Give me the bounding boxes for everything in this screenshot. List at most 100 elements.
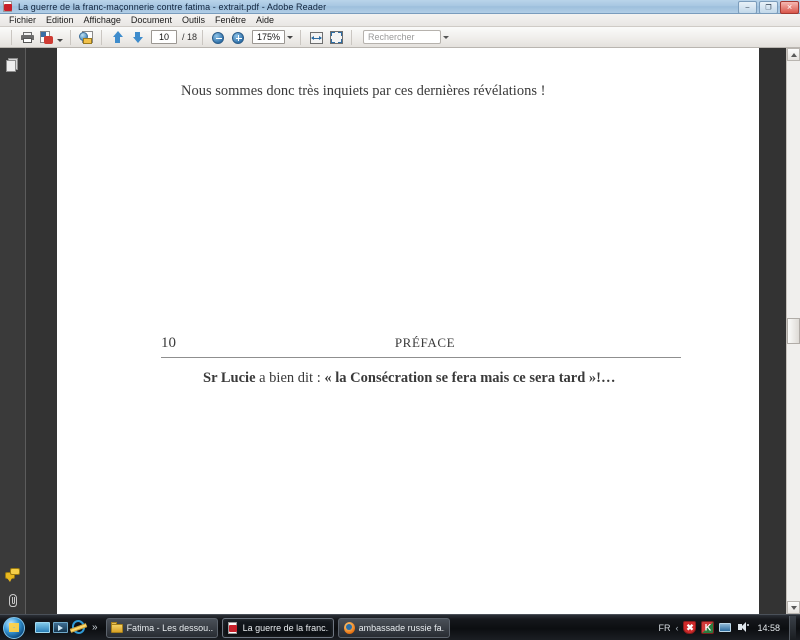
tray-overflow-button[interactable]: ‹ xyxy=(675,623,678,633)
window-title: La guerre de la franc-maçonnerie contre … xyxy=(18,1,327,12)
paperclip-icon xyxy=(9,594,17,607)
save-pdf-icon xyxy=(40,30,53,44)
kaspersky-icon[interactable]: K xyxy=(701,621,715,634)
zoom-dropdown-button[interactable] xyxy=(285,30,295,44)
zoom-out-button[interactable] xyxy=(209,29,227,46)
page-running-header: 10 PRÉFACE xyxy=(161,335,681,352)
scroll-down-button[interactable] xyxy=(787,601,800,614)
search-area: Rechercher xyxy=(363,30,451,44)
vertical-scrollbar[interactable] xyxy=(786,48,800,614)
window-controls: – ❐ ✕ xyxy=(738,1,799,14)
chevron-down-icon xyxy=(287,36,294,39)
task-button-ambassade[interactable]: ambassade russie fa... xyxy=(337,617,450,638)
globe-email-icon xyxy=(79,30,93,44)
internet-explorer-icon[interactable] xyxy=(69,618,88,636)
quicklaunch-overflow-button[interactable]: » xyxy=(92,622,98,633)
adobe-reader-window: La guerre de la franc-maçonnerie contre … xyxy=(0,0,800,640)
pages-panel-icon[interactable] xyxy=(5,58,21,74)
maximize-icon: ❐ xyxy=(765,4,772,11)
taskbar: » Fatima - Les dessou... La guerre de la… xyxy=(0,614,800,640)
task-label: Fatima - Les dessou... xyxy=(126,622,213,633)
volume-icon[interactable] xyxy=(737,621,750,634)
toolbar-separator xyxy=(70,29,71,45)
minimize-icon: – xyxy=(745,4,750,11)
windows-flag-icon xyxy=(9,622,19,632)
minimize-button[interactable]: – xyxy=(738,1,757,14)
paragraph-quote-bold: « la Consécration se fera mais ce sera t… xyxy=(324,370,616,386)
task-label: ambassade russie fa... xyxy=(358,622,445,633)
search-dropdown-button[interactable] xyxy=(441,30,451,44)
firefox-icon xyxy=(343,621,355,634)
menu-outils[interactable]: Outils xyxy=(177,14,210,26)
maximize-button[interactable]: ❐ xyxy=(759,1,778,14)
page-folio-number: 10 xyxy=(161,335,176,351)
network-icon[interactable] xyxy=(719,621,732,634)
media-player-icon[interactable] xyxy=(53,620,68,635)
menu-aide[interactable]: Aide xyxy=(251,14,279,26)
zoom-out-icon xyxy=(212,31,225,44)
pdf-page-current: 10 PRÉFACE Sr Lucie a bien dit : « la Co… xyxy=(57,227,759,614)
page-current-paragraph: Sr Lucie a bien dit : « la Consécration … xyxy=(161,367,681,389)
attachments-panel-icon[interactable] xyxy=(5,593,21,609)
arrow-down-icon xyxy=(131,31,144,44)
header-rule xyxy=(161,357,681,358)
document-viewer[interactable]: Nous sommes donc très inquiets par ces d… xyxy=(26,48,786,614)
search-input[interactable]: Rechercher xyxy=(363,30,442,44)
menu-fenetre[interactable]: Fenêtre xyxy=(210,14,251,26)
show-desktop-button[interactable] xyxy=(789,615,796,640)
chevron-down-icon[interactable] xyxy=(57,38,63,42)
pdf-document-icon xyxy=(3,1,14,12)
email-document-button[interactable] xyxy=(77,29,95,46)
page-previous-paragraph: Nous sommes donc très inquiets par ces d… xyxy=(181,83,546,99)
scroll-up-button[interactable] xyxy=(787,48,800,61)
chevron-down-icon xyxy=(790,605,797,610)
antivirus-shield-icon[interactable]: ✖ xyxy=(683,621,697,634)
close-button[interactable]: ✕ xyxy=(780,1,799,14)
task-label: La guerre de la franc... xyxy=(242,622,329,633)
zoom-in-button[interactable] xyxy=(229,29,247,46)
search-placeholder: Rechercher xyxy=(368,32,415,42)
fit-page-button[interactable] xyxy=(327,29,345,46)
fit-width-button[interactable] xyxy=(307,29,325,46)
paragraph-lead-bold: Sr Lucie xyxy=(203,370,256,386)
printer-icon xyxy=(21,31,34,43)
arrow-up-icon xyxy=(111,30,124,44)
fit-page-icon xyxy=(330,30,344,44)
toolbar-separator xyxy=(101,29,102,45)
print-button[interactable] xyxy=(18,29,36,46)
page-total-label: / 18 xyxy=(182,32,198,42)
taskbar-clock[interactable]: 14:58 xyxy=(757,623,780,633)
comments-panel-icon[interactable] xyxy=(5,567,21,583)
zoom-in-icon xyxy=(232,31,245,44)
running-head-title: PRÉFACE xyxy=(394,335,456,350)
toolbar-separator xyxy=(11,29,12,45)
language-indicator[interactable]: FR xyxy=(658,623,670,633)
page-number-input[interactable]: 10 xyxy=(151,30,177,44)
fit-width-icon xyxy=(310,31,324,44)
task-button-adobe-reader[interactable]: La guerre de la franc... xyxy=(221,617,334,638)
previous-page-button[interactable] xyxy=(108,29,126,46)
save-copy-button[interactable] xyxy=(38,29,64,46)
title-bar: La guerre de la franc-maçonnerie contre … xyxy=(0,0,800,14)
system-tray: FR ‹ ✖ K 14:58 xyxy=(658,615,800,640)
task-buttons: Fatima - Les dessou... La guerre de la f… xyxy=(105,617,450,638)
paragraph-mid-text: a bien dit : xyxy=(255,370,325,386)
menu-fichier[interactable]: Fichier xyxy=(4,14,41,26)
folder-icon xyxy=(110,621,123,634)
toolbar-separator xyxy=(202,29,204,45)
chevron-down-icon xyxy=(443,36,450,39)
toolbar-separator xyxy=(351,29,353,45)
zoom-level-input[interactable]: 175% xyxy=(252,30,286,44)
show-desktop-icon[interactable] xyxy=(35,620,50,635)
task-button-fatima[interactable]: Fatima - Les dessou... xyxy=(105,617,218,638)
menu-document[interactable]: Document xyxy=(126,14,177,26)
next-page-button[interactable] xyxy=(128,29,146,46)
navigation-panel xyxy=(0,48,26,614)
close-icon: ✕ xyxy=(786,4,793,11)
menu-affichage[interactable]: Affichage xyxy=(79,14,126,26)
scrollbar-thumb[interactable] xyxy=(787,318,800,344)
menu-edition[interactable]: Edition xyxy=(41,14,79,26)
start-button[interactable] xyxy=(1,616,29,640)
chevron-up-icon xyxy=(790,52,797,57)
menu-bar: Fichier Edition Affichage Document Outil… xyxy=(0,14,800,27)
